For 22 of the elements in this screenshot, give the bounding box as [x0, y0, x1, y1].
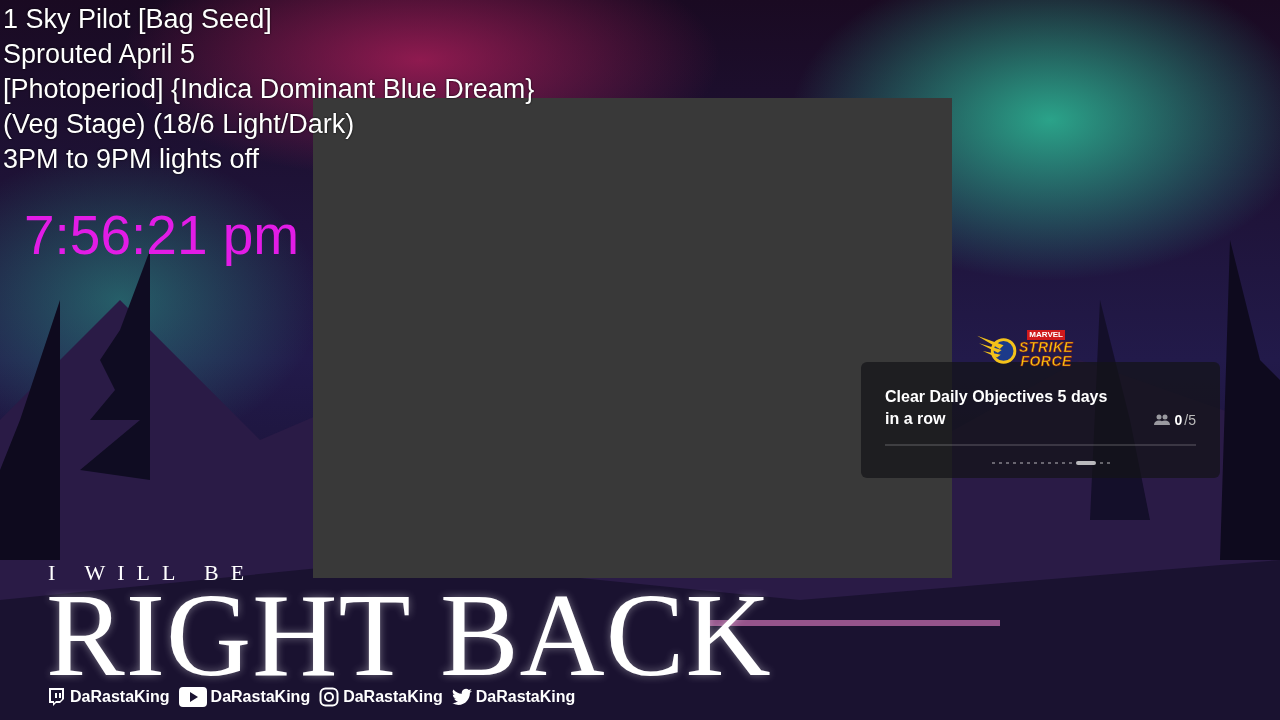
brb-kicker: I WILL BE [48, 560, 257, 586]
info-text: Sprouted April 5 [3, 38, 196, 71]
info-text: 1 Sky Pilot [Bag Seed] [3, 3, 272, 36]
count-total: /5 [1184, 412, 1196, 428]
social-handle: DaRastaKing [475, 688, 576, 706]
logo-badge: MARVEL [1027, 330, 1065, 340]
count-done: 0 [1174, 412, 1183, 428]
chat-bubble-icon [46, 687, 66, 707]
social-handle: DaRastaKing [70, 688, 170, 706]
camera-icon [319, 687, 340, 707]
bird-icon [451, 687, 472, 707]
info-text: (Veg Stage) (18/6 Light/Dark) [3, 108, 355, 141]
social-handle: DaRastaKing [343, 688, 443, 706]
info-text: 3PM to 9PM lights off [3, 143, 260, 176]
info-text: [Photoperiod] {Indica Dominant Blue Dream} [3, 73, 535, 106]
logo-text: STRIKE [1019, 340, 1074, 354]
logo-text: FORCE [1020, 354, 1072, 368]
clock-text: 7:56:21 pm [24, 203, 300, 267]
goal-title: Clear Daily Objectives 5 days in a row [885, 387, 1109, 429]
brb-headline: RIGHT BACK [46, 586, 772, 686]
people-icon [1153, 414, 1170, 426]
social-handle: DaRastaKing [210, 688, 311, 706]
